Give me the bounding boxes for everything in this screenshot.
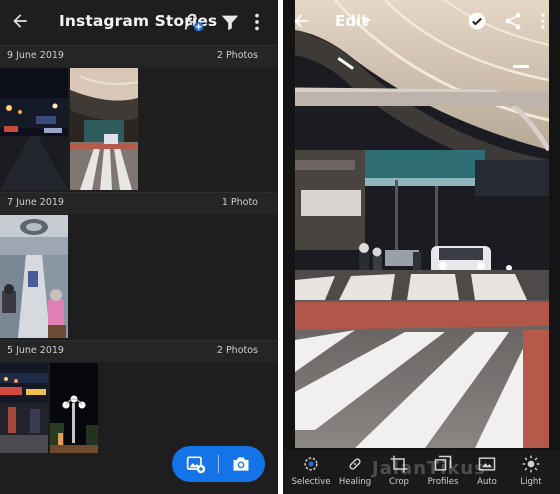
crosswalk-photo bbox=[295, 0, 549, 448]
camera-icon[interactable] bbox=[231, 454, 251, 474]
add-photo-icon[interactable] bbox=[186, 454, 206, 474]
back-arrow-icon[interactable] bbox=[291, 11, 311, 31]
watermark: JalanTikus bbox=[372, 458, 486, 479]
screenshot-stage: Instagram Stories 9 June 2019 2 Photos 7… bbox=[0, 0, 560, 494]
date-header: 7 June 2019 1 Photo bbox=[0, 192, 278, 214]
date-header: 9 June 2019 2 Photos bbox=[0, 45, 278, 67]
group-date: 5 June 2019 bbox=[7, 345, 64, 356]
group-count: 2 Photos bbox=[216, 50, 258, 61]
button-divider bbox=[218, 455, 219, 473]
more-vertical-icon[interactable] bbox=[533, 11, 553, 31]
photo-thumbnail[interactable] bbox=[0, 68, 68, 190]
tool-label: Selective bbox=[291, 477, 331, 487]
photo-actions-button[interactable] bbox=[172, 446, 265, 482]
tool-label: Healing bbox=[338, 477, 372, 487]
selective-icon bbox=[304, 457, 318, 471]
date-header: 5 June 2019 2 Photos bbox=[0, 340, 278, 362]
group-count: 1 Photo bbox=[221, 197, 258, 208]
photo-thumbnail[interactable] bbox=[0, 363, 48, 453]
checkmark-icon[interactable] bbox=[467, 11, 487, 31]
album-app-bar: Instagram Stories bbox=[0, 0, 278, 44]
album-screen: Instagram Stories 9 June 2019 2 Photos 7… bbox=[0, 0, 278, 494]
photo-thumbnail[interactable] bbox=[70, 68, 138, 190]
healing-icon bbox=[349, 458, 361, 470]
filter-icon[interactable] bbox=[219, 11, 241, 33]
tool-selective[interactable]: Selective bbox=[289, 454, 333, 494]
add-person-icon[interactable] bbox=[183, 11, 205, 33]
more-vertical-icon[interactable] bbox=[246, 11, 268, 33]
photo-thumbnail[interactable] bbox=[50, 363, 98, 453]
back-arrow-icon[interactable] bbox=[10, 11, 30, 31]
tool-light[interactable]: Light bbox=[509, 454, 553, 494]
group-count: 2 Photos bbox=[216, 345, 258, 356]
street-lamp-photo bbox=[50, 363, 98, 453]
edit-photo[interactable] bbox=[295, 0, 549, 448]
tool-label: Light bbox=[520, 477, 542, 487]
light-icon bbox=[522, 455, 540, 473]
chevron-down-icon[interactable] bbox=[363, 19, 371, 24]
edit-screen: Edit Selective Healing Crop Profiles Aut… bbox=[283, 0, 560, 494]
tool-healing[interactable]: Healing bbox=[333, 454, 377, 494]
photo-thumbnail[interactable] bbox=[0, 215, 68, 338]
group-date: 7 June 2019 bbox=[7, 197, 64, 208]
crosswalk-photo bbox=[70, 68, 138, 190]
night-street-photo bbox=[0, 68, 68, 190]
edit-app-bar: Edit bbox=[283, 0, 560, 44]
share-icon[interactable] bbox=[503, 11, 523, 31]
night-market-photo bbox=[0, 363, 48, 453]
train-interior-photo bbox=[0, 215, 68, 338]
group-date: 9 June 2019 bbox=[7, 50, 64, 61]
